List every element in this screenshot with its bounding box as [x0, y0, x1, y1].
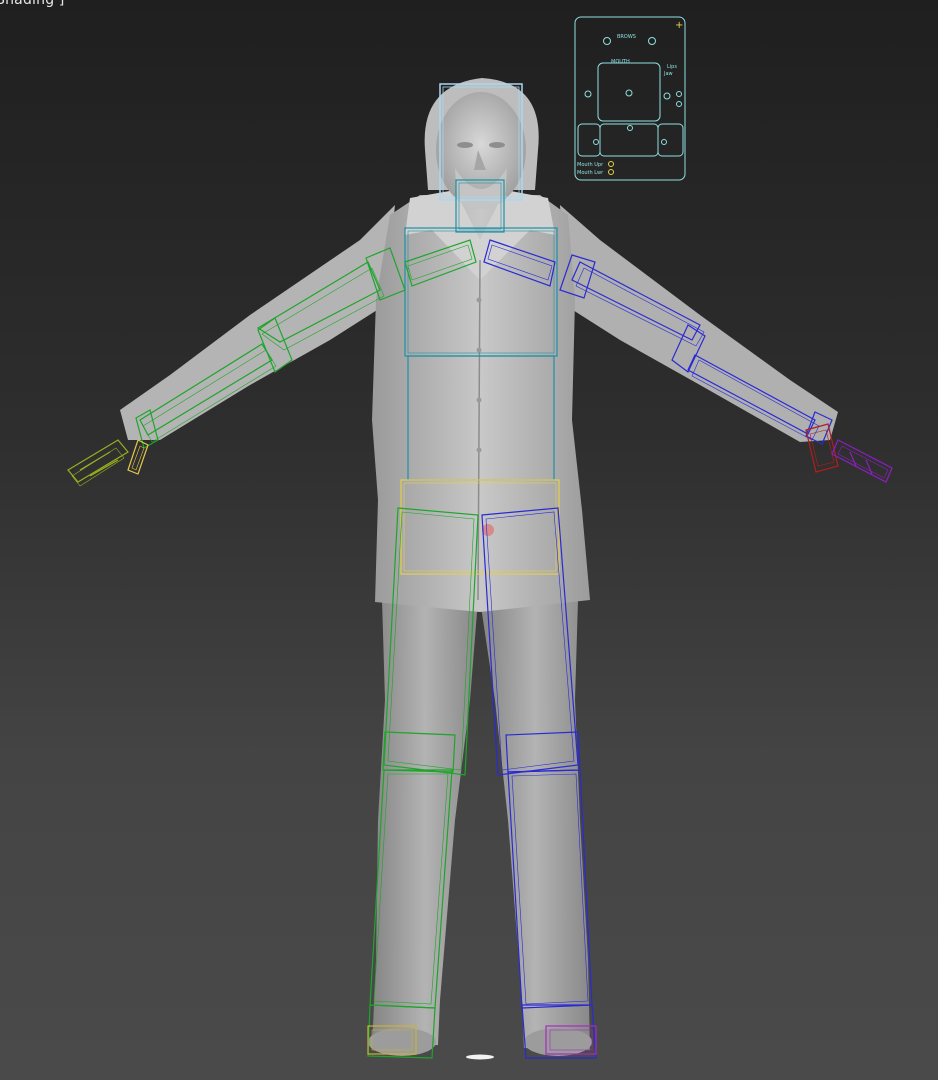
lip-upper-control[interactable] [676, 91, 682, 97]
character-mesh[interactable] [120, 78, 838, 1060]
mouth-center-control[interactable] [625, 89, 633, 97]
right-leg-mesh [480, 600, 590, 1050]
left-leg-mesh [372, 600, 478, 1048]
panel-label-mouth-lwr: Mouth Lwr [577, 170, 604, 176]
left-arm-mesh [120, 205, 395, 440]
cheek-right-box[interactable] [657, 123, 684, 157]
jaw-box[interactable] [599, 123, 659, 157]
right-fingers-rig[interactable] [831, 439, 893, 483]
facial-control-panel[interactable]: BROWS + MOUTH Lips Jaw Mouth Upr Mouth L… [574, 16, 686, 181]
pelvis-pivot[interactable] [482, 524, 494, 536]
mouth-upr-control[interactable] [608, 161, 614, 167]
lip-lower-control[interactable] [676, 101, 682, 107]
panel-label-mouth-upr: Mouth Upr [577, 162, 604, 168]
floor-highlight [466, 1054, 494, 1060]
panel-title-brows: BROWS [617, 34, 636, 40]
mouth-left-control[interactable] [584, 90, 592, 98]
3d-viewport[interactable]: Shading ] BROWS + MOUTH Lips Jaw Mouth U… [0, 0, 938, 1080]
left-hand-rig[interactable] [67, 439, 129, 487]
mouth-area-box[interactable] [597, 62, 661, 122]
right-arm-mesh [560, 205, 838, 442]
brow-right-control[interactable] [648, 37, 656, 45]
mouth-lwr-control[interactable] [608, 169, 614, 175]
panel-label-jaw: Jaw [663, 71, 673, 77]
panel-subtitle-mouth: MOUTH [611, 59, 630, 65]
jaw-control[interactable] [627, 125, 633, 131]
left-thumb-rig[interactable] [127, 439, 149, 475]
cheek-right-control[interactable] [661, 139, 667, 145]
brow-left-control[interactable] [603, 37, 611, 45]
left-shoe-mesh [368, 1028, 436, 1056]
mouth-right-control[interactable] [663, 92, 671, 100]
scene-canvas[interactable]: BROWS + MOUTH Lips Jaw Mouth Upr Mouth L… [0, 0, 938, 1080]
panel-corner-plus-icon[interactable]: + [675, 20, 683, 31]
right-shoe-mesh [524, 1028, 592, 1056]
cheek-left-control[interactable] [593, 139, 599, 145]
panel-label-lips: Lips [667, 64, 677, 70]
